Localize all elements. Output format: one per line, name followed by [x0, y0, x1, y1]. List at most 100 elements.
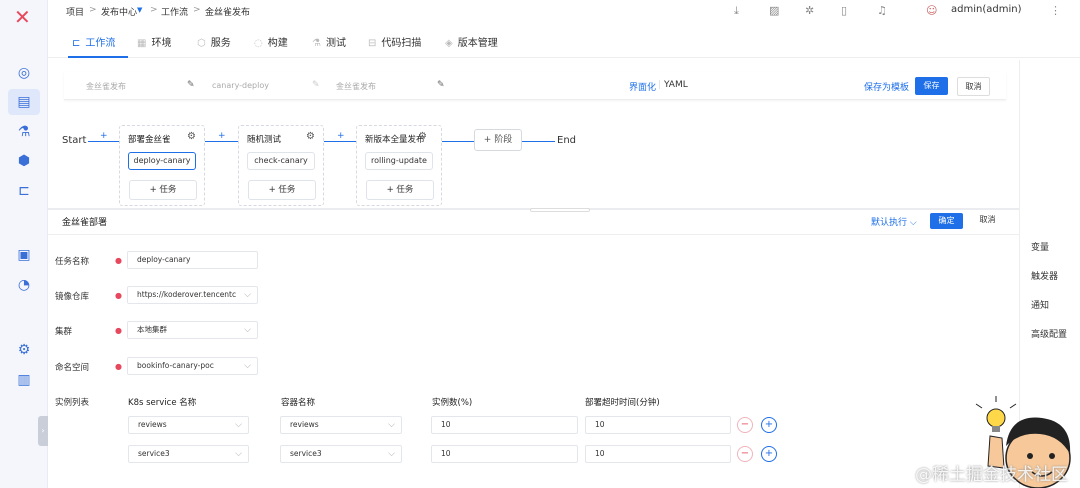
workflow-description[interactable]: 金丝雀发布 — [336, 81, 376, 92]
breadcrumb-project[interactable]: 项目 — [66, 5, 84, 18]
container-select[interactable]: service3 ⌵ — [280, 445, 402, 463]
tab-service[interactable]: ⬡ 服务 — [197, 34, 231, 49]
namespace-select[interactable]: bookinfo-canary-poc ⌵ — [127, 357, 258, 375]
add-task-button[interactable]: + 任务 — [248, 180, 316, 200]
test-flask-icon[interactable]: ⚗ — [14, 122, 34, 142]
tab-version[interactable]: ◈ 版本管理 — [445, 34, 498, 49]
add-task-button[interactable]: + 任务 — [366, 180, 434, 200]
bell-icon[interactable]: ♫ — [877, 4, 887, 17]
save-as-template-link[interactable]: 保存为模板 — [864, 80, 909, 93]
add-row-button[interactable]: + — [761, 446, 777, 462]
gear-icon[interactable]: ⚙ — [418, 131, 427, 142]
workflow-icon[interactable]: ⊏ — [14, 181, 34, 201]
panel-cancel-button[interactable]: 取消 — [971, 213, 1004, 229]
tab-label: 构建 — [267, 38, 288, 49]
workflow-display-name[interactable]: 金丝雀发布 — [86, 81, 126, 92]
service-select[interactable]: service3 ⌵ — [128, 445, 249, 463]
image-repo-label: 镜像仓库 — [55, 292, 90, 302]
tab-test[interactable]: ⚗ 测试 — [312, 34, 346, 49]
cancel-button[interactable]: 取消 — [957, 77, 990, 96]
plugin-icon[interactable]: ✲ — [805, 4, 814, 17]
namespace-value: bookinfo-canary-poc — [137, 361, 214, 370]
breadcrumb-workflow[interactable]: 工作流 — [161, 5, 188, 18]
add-stage-plus[interactable]: + — [337, 131, 345, 141]
service-select[interactable]: reviews ⌵ — [128, 416, 249, 434]
tab-build[interactable]: ◌ 构建 — [254, 34, 288, 49]
docs-icon[interactable]: ▯ — [841, 4, 847, 17]
sidebar-collapse-handle[interactable]: › — [38, 416, 48, 446]
task-name-input[interactable]: deploy-canary — [127, 251, 258, 269]
breadcrumb-release-center[interactable]: 发布中心 — [101, 5, 137, 18]
topbar: 项目 > 发布中心 ▼ > 工作流 > 金丝雀发布 ⤓ ▨ ✲ ▯ ♫ ☺ ad… — [48, 0, 1080, 22]
monitor-icon[interactable]: ▣ — [14, 245, 34, 265]
add-row-button[interactable]: + — [761, 417, 777, 433]
save-button[interactable]: 保存 — [915, 77, 948, 95]
add-stage-button[interactable]: + 阶段 — [474, 129, 522, 151]
chevron-down-icon: ⌵ — [388, 420, 395, 430]
download-icon[interactable]: ⤓ — [734, 4, 739, 18]
chevron-down-icon: ⌵ — [235, 420, 242, 430]
pipeline-connector — [324, 141, 356, 142]
default-exec-dropdown[interactable]: 默认执行 ⌵ — [871, 215, 917, 228]
add-task-button[interactable]: + 任务 — [129, 180, 197, 200]
image-repo-select[interactable]: https://koderover.tencentc ⌵ — [127, 286, 258, 304]
avatar[interactable]: ☺ — [926, 4, 937, 17]
remove-row-button[interactable]: − — [737, 446, 753, 462]
notifications-tab[interactable]: 通知 — [1031, 298, 1049, 311]
pipeline-connector — [88, 141, 119, 142]
tab-environment[interactable]: ▦ 环境 — [137, 34, 171, 49]
logo[interactable]: ✕ — [14, 5, 31, 29]
chevron-down-icon: ⌵ — [244, 290, 251, 300]
stage-card[interactable]: 部署金丝雀 ⚙ deploy-canary + 任务 — [119, 125, 205, 206]
chevron-down-icon[interactable]: ▼ — [137, 6, 142, 14]
tab-workflow[interactable]: ⊏ 工作流 — [72, 34, 115, 49]
workflow-header: 金丝雀发布 ✎ canary-deploy ✎ 金丝雀发布 ✎ 界面化 | YA… — [64, 72, 1006, 100]
job-item[interactable]: rolling-update — [365, 152, 433, 170]
stage-card[interactable]: 新版本全量发布 ⚙ rolling-update + 任务 — [356, 125, 442, 206]
edit-icon[interactable]: ✎ — [437, 80, 445, 90]
gear-icon[interactable]: ⚙ — [306, 131, 315, 142]
advanced-config-tab[interactable]: 高级配置 — [1031, 327, 1067, 340]
tab-label: 环境 — [151, 38, 172, 49]
workflow-key[interactable]: canary-deploy — [212, 81, 269, 90]
add-stage-plus[interactable]: + — [100, 131, 108, 141]
job-item[interactable]: check-canary — [247, 152, 315, 170]
timeout-input[interactable]: 10 — [585, 445, 731, 463]
yaml-mode-toggle[interactable]: YAML — [664, 80, 688, 90]
gear-icon[interactable]: ⚙ — [187, 131, 196, 142]
watermark: @稀土掘金技术社区 — [915, 465, 1068, 485]
remove-row-button[interactable]: − — [737, 417, 753, 433]
percent-input[interactable]: 10 — [431, 416, 578, 434]
container-select[interactable]: reviews ⌵ — [280, 416, 402, 434]
analytics-icon[interactable]: ◔ — [14, 275, 34, 295]
translate-icon[interactable]: ▨ — [769, 4, 779, 17]
user-name[interactable]: admin(admin) — [951, 4, 1021, 15]
chevron-down-icon: ⌵ — [235, 449, 242, 459]
artifact-icon[interactable]: ⬢ — [14, 151, 34, 171]
column-header: K8s service 名称 — [128, 398, 197, 408]
triggers-tab[interactable]: 触发器 — [1031, 269, 1058, 282]
variables-tab[interactable]: 变量 — [1031, 240, 1049, 253]
breadcrumb-separator: > — [193, 5, 201, 15]
service-value: reviews — [138, 420, 167, 429]
job-item[interactable]: deploy-canary — [128, 152, 196, 170]
timeout-input[interactable]: 10 — [585, 416, 731, 434]
ui-mode-toggle[interactable]: 界面化 — [629, 80, 656, 93]
column-header: 实例数(%) — [432, 398, 473, 408]
report-icon[interactable]: ▥ — [14, 370, 34, 390]
dashboard-icon[interactable]: ◎ — [14, 63, 34, 83]
tab-code-scan[interactable]: ⊟ 代码扫描 — [368, 34, 421, 49]
add-stage-plus[interactable]: + — [218, 131, 226, 141]
settings-icon[interactable]: ⚙ — [14, 340, 34, 360]
more-icon[interactable]: ⋮ — [1050, 4, 1061, 17]
stage-card[interactable]: 随机测试 ⚙ check-canary + 任务 — [238, 125, 324, 206]
required-marker: ● — [115, 362, 122, 371]
project-icon[interactable]: ▤ — [8, 89, 40, 115]
cluster-select[interactable]: 本地集群 ⌵ — [127, 321, 258, 339]
confirm-button[interactable]: 确定 — [930, 213, 963, 229]
instances-label: 实例列表 — [55, 398, 90, 408]
edit-icon[interactable]: ✎ — [187, 80, 195, 90]
workflow-tab-icon: ⊏ — [72, 38, 81, 49]
percent-input[interactable]: 10 — [431, 445, 578, 463]
pipeline-connector — [442, 141, 474, 142]
